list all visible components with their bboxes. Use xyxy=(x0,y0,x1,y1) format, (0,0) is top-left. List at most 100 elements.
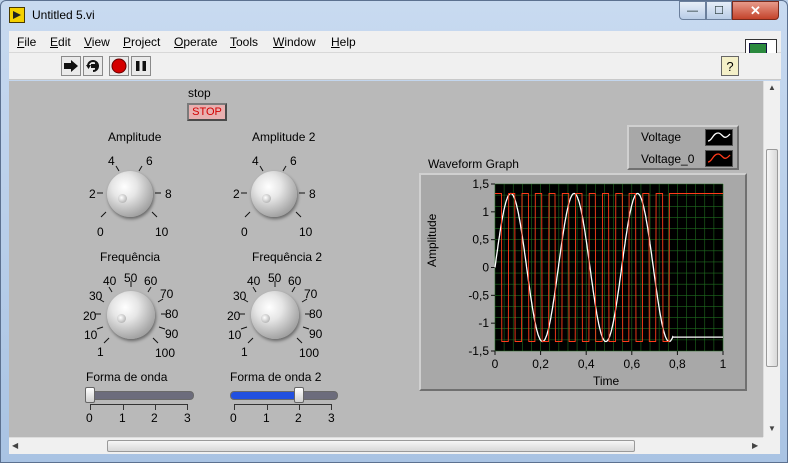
frequencia-tick: 90 xyxy=(165,327,179,341)
forma-de-onda-tick: 0 xyxy=(86,411,93,425)
y-tick-label: -1,5 xyxy=(468,344,489,358)
forma-de-onda-2-slider-fill xyxy=(231,392,297,399)
amplitude-2-tick: 10 xyxy=(299,225,313,239)
amplitude-knob-pointer xyxy=(118,194,127,203)
forma-de-onda-2-tick: 3 xyxy=(328,411,335,425)
frequencia-2-knob[interactable] xyxy=(251,291,299,339)
context-help-button[interactable]: ? xyxy=(721,56,739,76)
vertical-scrollbar[interactable]: ▲ ▼ xyxy=(763,81,780,437)
y-tick-label: -1 xyxy=(478,316,489,330)
maximize-button[interactable]: ☐ xyxy=(706,1,732,20)
abort-button[interactable] xyxy=(109,56,129,76)
forma-de-onda-2-scale xyxy=(234,404,332,410)
amplitude-2-label: Amplitude 2 xyxy=(252,130,316,144)
amplitude-tick: 8 xyxy=(165,187,172,201)
x-tick-label: 0,6 xyxy=(623,357,640,371)
forma-de-onda-tick: 1 xyxy=(119,411,126,425)
menu-project[interactable]: Project xyxy=(123,35,160,49)
graph-legend[interactable]: Voltage Voltage_0 xyxy=(627,125,739,170)
frequencia-tick: 30 xyxy=(89,289,103,303)
amplitude-2-knob[interactable] xyxy=(251,171,297,217)
menu-view[interactable]: View xyxy=(84,35,110,49)
y-tick-label: 1 xyxy=(482,205,489,219)
y-tick-label: 0,5 xyxy=(472,233,489,247)
menu-edit[interactable]: Edit xyxy=(50,35,71,49)
forma-de-onda-slider[interactable] xyxy=(86,391,194,400)
forma-de-onda-2-tick: 2 xyxy=(295,411,302,425)
legend-label-voltage-0: Voltage_0 xyxy=(641,152,695,166)
horizontal-scrollbar[interactable]: ◀ ▶ xyxy=(9,437,763,454)
forma-de-onda-2-label: Forma de onda 2 xyxy=(230,370,322,384)
y-tick-label: 0 xyxy=(482,261,489,275)
frequencia-label: Frequência xyxy=(100,250,161,264)
amplitude-tick: 0 xyxy=(97,225,104,239)
amplitude-tick: 2 xyxy=(89,187,96,201)
amplitude-tick: 4 xyxy=(108,154,115,168)
forma-de-onda-tick: 3 xyxy=(184,411,191,425)
forma-de-onda-slider-thumb[interactable] xyxy=(85,387,95,403)
close-button[interactable]: ✕ xyxy=(732,1,779,20)
x-tick-label: 1 xyxy=(720,357,727,371)
frequencia-2-tick: 10 xyxy=(228,328,242,342)
labview-window: Untitled 5.vi — ☐ ✕ File Edit View Proje… xyxy=(0,0,788,463)
scroll-up-icon[interactable]: ▲ xyxy=(768,83,776,92)
amplitude-label: Amplitude xyxy=(108,130,162,144)
minimize-button[interactable]: — xyxy=(679,1,706,20)
frequencia-tick: 100 xyxy=(155,346,176,360)
menu-tools[interactable]: Tools xyxy=(230,35,258,49)
forma-de-onda-tick: 2 xyxy=(151,411,158,425)
horizontal-scroll-thumb[interactable] xyxy=(107,440,635,452)
graph-x-axis-label: Time xyxy=(593,374,620,388)
menu-help[interactable]: Help xyxy=(331,35,356,49)
frequencia-2-tick: 1 xyxy=(241,345,248,359)
labview-app-icon xyxy=(9,7,25,23)
frequencia-2-tick: 100 xyxy=(299,346,320,360)
frequencia-2-tick: 70 xyxy=(304,287,318,301)
menu-file[interactable]: File xyxy=(17,35,36,49)
forma-de-onda-2-slider[interactable] xyxy=(230,391,338,400)
amplitude-2-tick: 0 xyxy=(241,225,248,239)
amplitude-2-tick: 2 xyxy=(233,187,240,201)
frequencia-tick: 80 xyxy=(165,307,179,321)
frequencia-2-tick: 90 xyxy=(309,327,323,341)
scroll-left-icon[interactable]: ◀ xyxy=(12,441,18,450)
forma-de-onda-2-slider-thumb[interactable] xyxy=(294,387,305,403)
scroll-right-icon[interactable]: ▶ xyxy=(752,441,758,450)
frequencia-tick: 40 xyxy=(103,274,117,288)
frequencia-tick: 70 xyxy=(160,287,174,301)
menu-window[interactable]: Window xyxy=(273,35,316,49)
title-bar[interactable]: Untitled 5.vi — ☐ ✕ xyxy=(1,1,787,31)
legend-swatch-voltage-0[interactable] xyxy=(705,150,733,167)
run-button[interactable] xyxy=(61,56,81,76)
frequencia-2-tick: 20 xyxy=(227,309,241,323)
waveform-graph[interactable]: 1,510,50-0,5-1-1,50 0,2 0,4 0,6 0,8 1 xyxy=(419,173,747,391)
run-continuously-button[interactable] xyxy=(83,56,103,76)
legend-label-voltage: Voltage xyxy=(641,130,682,144)
frequencia-knob[interactable] xyxy=(107,291,155,339)
run-continuously-icon xyxy=(86,60,99,72)
x-tick-label: 0 xyxy=(492,357,499,371)
frequencia-tick: 60 xyxy=(144,274,158,288)
run-arrow-icon xyxy=(64,60,78,72)
vertical-scroll-thumb[interactable] xyxy=(766,149,778,367)
graph-y-axis-label: Amplitude xyxy=(425,213,439,267)
menu-operate[interactable]: Operate xyxy=(174,35,217,49)
sine-wave-icon xyxy=(707,132,731,142)
frequencia-2-tick: 50 xyxy=(268,271,282,285)
stop-label: stop xyxy=(188,86,211,100)
front-panel: stop STOP Amplitude 0 2 4 6 8 10 Amplitu… xyxy=(9,81,763,437)
x-tick-label: 0,2 xyxy=(532,357,549,371)
frequencia-2-tick: 30 xyxy=(233,289,247,303)
resize-grip[interactable] xyxy=(763,437,780,454)
legend-swatch-voltage[interactable] xyxy=(705,129,733,146)
frequencia-2-tick: 60 xyxy=(288,274,302,288)
amplitude-knob[interactable] xyxy=(107,171,153,217)
frequencia-tick: 50 xyxy=(124,271,138,285)
frequencia-2-tick: 80 xyxy=(309,307,323,321)
stop-button[interactable]: STOP xyxy=(187,103,227,121)
scroll-down-icon[interactable]: ▼ xyxy=(768,424,776,433)
pause-button[interactable] xyxy=(131,56,151,76)
amplitude-2-tick: 8 xyxy=(309,187,316,201)
window-title: Untitled 5.vi xyxy=(32,8,95,22)
frequencia-tick: 1 xyxy=(97,345,104,359)
